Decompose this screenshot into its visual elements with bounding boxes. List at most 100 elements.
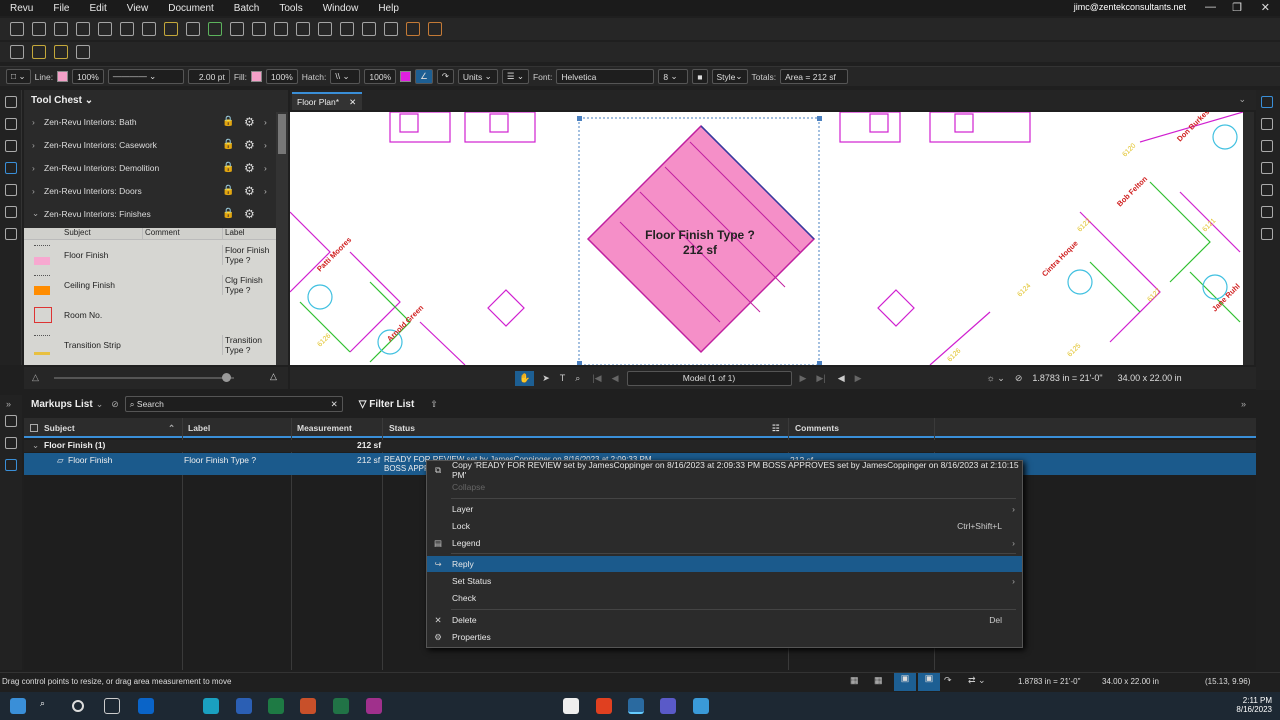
select-icon[interactable]: ➤: [542, 373, 550, 384]
markups-list-icon[interactable]: [5, 459, 17, 471]
menu-legend[interactable]: ▤ Legend ›: [427, 535, 1022, 551]
grid-icon[interactable]: ▦: [850, 675, 859, 686]
menu-window[interactable]: Window: [313, 3, 369, 14]
next-page-icon[interactable]: ▶: [800, 373, 807, 384]
collapse-all-icon[interactable]: [30, 424, 38, 432]
style-dropdown[interactable]: Style ⌄: [711, 69, 748, 84]
menu-tools[interactable]: Tools: [269, 3, 312, 14]
text-underline-icon[interactable]: [32, 45, 46, 59]
account-email[interactable]: jimc@zentekconsultants.net: [1074, 2, 1186, 12]
triangle-large-icon[interactable]: △: [270, 371, 277, 382]
column-label[interactable]: Label: [188, 423, 210, 433]
open-icon[interactable]: [32, 22, 46, 36]
calibrate-icon[interactable]: ⊘: [1015, 373, 1023, 384]
toolset-bath[interactable]: › Zen-Revu Interiors: Bath 🔒 ⚙ ›: [24, 110, 288, 133]
back-view-icon[interactable]: ◀: [838, 373, 845, 384]
column-subject[interactable]: Subject: [44, 423, 75, 433]
totals-dropdown[interactable]: Area = 212 sf: [780, 69, 849, 84]
toolset-finishes[interactable]: ⌄ Zen-Revu Interiors: Finishes 🔒 ⚙: [24, 202, 288, 225]
menu-layer[interactable]: Layer ›: [427, 501, 1022, 517]
measure-icon[interactable]: [406, 22, 420, 36]
close-tab-icon[interactable]: ✕: [349, 97, 356, 108]
area-icon[interactable]: [428, 22, 442, 36]
expand-panel-icon[interactable]: »: [1241, 399, 1246, 409]
rectangle-icon[interactable]: [362, 22, 376, 36]
menu-reply[interactable]: ↪ Reply: [427, 556, 1022, 572]
text-select-icon[interactable]: T: [560, 373, 566, 383]
tool-chest-scrollbar[interactable]: [276, 112, 288, 365]
first-page-icon[interactable]: |◀: [592, 373, 601, 384]
column-settings-icon[interactable]: ☷: [772, 423, 780, 434]
spell-icon[interactable]: [10, 45, 24, 59]
snap-markup-icon[interactable]: ▣: [918, 673, 940, 691]
link-icon[interactable]: [208, 22, 222, 36]
location-icon[interactable]: [1261, 140, 1273, 152]
chevron-down-icon[interactable]: ⌄: [32, 440, 39, 451]
3d-icon[interactable]: [5, 415, 17, 427]
crop-icon[interactable]: [120, 22, 134, 36]
menu-help[interactable]: Help: [368, 3, 409, 14]
menu-edit[interactable]: Edit: [79, 3, 116, 14]
lock-icon[interactable]: 🔒: [222, 208, 234, 219]
cortana-icon[interactable]: [72, 700, 84, 712]
snap-icon[interactable]: ∠: [415, 69, 433, 84]
text-strike-icon[interactable]: [54, 45, 68, 59]
attach-icon[interactable]: [230, 22, 244, 36]
filter-list-button[interactable]: ▽ Filter List: [359, 399, 415, 410]
gear-icon[interactable]: ⚙: [244, 207, 255, 221]
tool-transition-strip[interactable]: Transition Strip Transition Type ?: [24, 330, 276, 360]
chevron-right-icon[interactable]: ›: [264, 140, 267, 150]
font-size-dropdown[interactable]: 8 ⌄: [658, 69, 689, 84]
column-comments[interactable]: Comments: [795, 423, 839, 433]
line-color-swatch[interactable]: [57, 71, 69, 82]
hatch-dropdown[interactable]: \\ ⌄: [330, 69, 361, 84]
text-box-icon[interactable]: [252, 22, 266, 36]
line-icon[interactable]: [296, 22, 310, 36]
gear-icon[interactable]: ⚙: [244, 184, 255, 198]
tool-chest-header[interactable]: Tool Chest ⌄: [24, 90, 288, 110]
gear-icon[interactable]: ⚙: [244, 138, 255, 152]
chevron-right-icon[interactable]: ›: [264, 186, 267, 196]
arrow-icon[interactable]: [318, 22, 332, 36]
menu-document[interactable]: Document: [158, 3, 224, 14]
search-icon[interactable]: ⌕: [40, 698, 56, 714]
recorder-icon[interactable]: [596, 698, 612, 714]
menu-delete[interactable]: ✕ Delete Del: [427, 612, 1022, 628]
clock[interactable]: 2:11 PM 8/16/2023: [1236, 696, 1272, 714]
brightness-icon[interactable]: ☼ ⌄: [987, 373, 1005, 384]
menu-batch[interactable]: Batch: [224, 3, 270, 14]
arc-icon[interactable]: [340, 22, 354, 36]
start-icon[interactable]: [10, 698, 26, 714]
close-icon[interactable]: ✕: [1261, 1, 1270, 14]
tool-chest-icon[interactable]: [5, 162, 17, 174]
ellipse-icon[interactable]: [384, 22, 398, 36]
floor-finish-markup[interactable]: Floor Finish Type ? 212 sf: [586, 124, 816, 354]
compare-icon[interactable]: [142, 22, 156, 36]
chevron-down-icon[interactable]: ⌄: [96, 399, 104, 410]
new-icon[interactable]: [10, 22, 24, 36]
canvas-scrollbar[interactable]: [1243, 112, 1254, 365]
triangle-small-icon[interactable]: △: [32, 372, 39, 383]
project-icon[interactable]: [333, 698, 349, 714]
app-icon[interactable]: [366, 698, 382, 714]
gear-icon[interactable]: ⚙: [244, 115, 255, 129]
email-icon[interactable]: [98, 22, 112, 36]
pan-icon[interactable]: ✋: [515, 370, 535, 386]
menu-lock[interactable]: Lock Ctrl+Shift+L: [427, 518, 1022, 534]
excel-icon[interactable]: [268, 698, 284, 714]
fill-opacity-field[interactable]: 100%: [266, 69, 298, 84]
properties-icon[interactable]: [5, 184, 17, 196]
print-icon[interactable]: [76, 22, 90, 36]
toolset-demolition[interactable]: › Zen-Revu Interiors: Demolition 🔒 ⚙ ›: [24, 156, 288, 179]
file-access-icon[interactable]: [1261, 162, 1273, 174]
chevron-right-icon[interactable]: ›: [264, 163, 267, 173]
zoom-slider-handle[interactable]: [222, 373, 231, 382]
sync-icon[interactable]: ⇄ ⌄: [968, 675, 986, 686]
zoom-icon[interactable]: ⌕: [575, 373, 580, 384]
page-field[interactable]: Model (1 of 1): [626, 370, 792, 386]
expand-icon[interactable]: »: [6, 399, 16, 409]
line-width-field[interactable]: 2.00 pt: [187, 69, 230, 84]
markup-style-dropdown[interactable]: □ ⌄: [6, 69, 31, 84]
teams-icon[interactable]: [660, 698, 676, 714]
curve-icon[interactable]: ↷: [436, 69, 454, 84]
